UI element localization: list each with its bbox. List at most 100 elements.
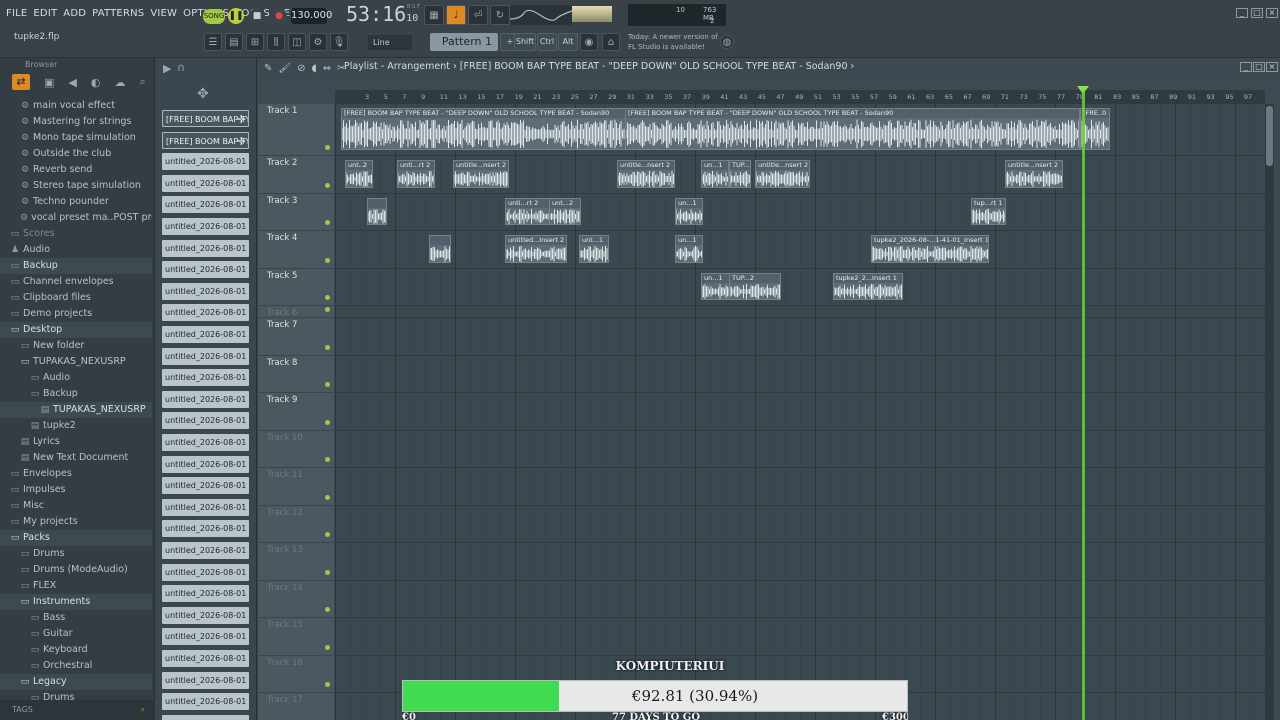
channel-rack-icon[interactable]: ⊞ [246, 33, 264, 51]
pattern-item[interactable]: untitled_2026-08-01 19-... [162, 369, 249, 387]
pattern-item[interactable]: untitled_2026-08-01 19-... [162, 498, 249, 516]
menu-item-view[interactable]: VIEW [150, 4, 177, 24]
audio-clip[interactable]: untitled...Insert 2 [505, 235, 567, 263]
menu-item-edit[interactable]: EDIT [33, 4, 57, 24]
pattern-item[interactable]: untitled_2026-08-01 18-... [162, 282, 249, 300]
alt-key-button[interactable]: Alt [558, 33, 578, 51]
track-header[interactable]: Track 11 [258, 468, 334, 506]
audio-clip[interactable]: tupke2_2...Insert 1 [833, 273, 903, 300]
track-enable-led[interactable] [325, 183, 330, 188]
menu-item-add[interactable]: ADD [63, 4, 86, 24]
track-header[interactable]: Track 8 [258, 356, 334, 393]
pattern-item[interactable]: untitled_2026-08-01 19-... [162, 434, 249, 451]
track-header[interactable]: Track 15 [258, 618, 334, 656]
pattern-item[interactable]: untitled_2026-08-01 19-... [162, 455, 249, 473]
track-header[interactable]: Track 1 [258, 104, 334, 156]
browser-item[interactable]: ⚙ Reverb send [0, 162, 152, 178]
pattern-item[interactable]: untitled_2026-08-01 19-... [162, 714, 249, 720]
pattern-item[interactable]: untitled_2026-08-01 19-... [162, 347, 249, 365]
audio-clip[interactable]: untitle...nsert 2 [755, 160, 810, 188]
audio-clip[interactable]: TUP...2 [729, 273, 781, 300]
track-enable-led[interactable] [325, 145, 330, 150]
browser-item[interactable]: ⚙ Mastering for strings [0, 114, 152, 130]
browser-item[interactable]: ▤ Lyrics [0, 434, 152, 450]
maximize-button[interactable]: □ [1251, 8, 1263, 18]
pattern-item[interactable]: untitled_2026-08-01 19-... [162, 390, 249, 408]
browser-item[interactable]: ▭ FLEX [0, 578, 152, 594]
browser-options-icon[interactable]: ⇄ [12, 74, 30, 90]
record-button[interactable]: ● [271, 8, 287, 24]
track-header[interactable]: Track 9 [258, 393, 334, 431]
snap-selector[interactable]: Line [368, 35, 412, 50]
draw-icon[interactable]: ✎ [264, 60, 272, 78]
playhead[interactable] [1082, 90, 1085, 720]
track-enable-led[interactable] [325, 295, 330, 300]
audio-clip[interactable]: TUP...1 [729, 160, 751, 188]
browser-item[interactable]: ▭ Desktop [0, 322, 152, 338]
browser-item[interactable]: ▭ Misc [0, 498, 152, 514]
timeline-ruler[interactable]: 3 5 7 9 11 13 15 17 19 21 23 25 27 29 31 33 35 37 39 41 43 45… [335, 90, 1265, 104]
track-enable-led[interactable] [325, 532, 330, 537]
typing-keyboard-icon[interactable]: ▦ [424, 5, 444, 25]
browser-item[interactable]: ▤ New Text Document [0, 450, 152, 466]
pattern-item[interactable]: untitled_2026-08-01 18-... [162, 218, 249, 235]
back-icon[interactable]: ◀ [68, 76, 76, 89]
stop-button[interactable]: ■ [249, 8, 265, 24]
browser-item[interactable]: ▭ TUPAKAS_NEXUSRP [0, 354, 152, 370]
shop-icon[interactable]: ⌂ [602, 33, 620, 51]
track-enable-led[interactable] [325, 258, 330, 263]
browser-item[interactable]: ▭ Channel envelopes [0, 274, 152, 290]
folder-icon[interactable]: ▣ [44, 76, 54, 89]
pattern-item[interactable]: untitled_2026-08-01 19-... [162, 585, 249, 603]
playlist-close-button[interactable]: × [1266, 62, 1278, 72]
track-header[interactable]: Track 16 [258, 656, 334, 693]
pattern-item[interactable]: untitled_2026-08-01 18-... [162, 196, 249, 214]
piano-roll-icon[interactable]: ▤ [225, 33, 243, 51]
track-header[interactable]: Track 6 [258, 306, 334, 318]
add-icon[interactable]: ✛ [237, 111, 246, 126]
pattern-item[interactable]: untitled_2026-08-01 19-... [162, 693, 249, 711]
pattern-selector[interactable]: Pattern 1 [430, 33, 498, 51]
browser-item[interactable]: ⚙ main vocal effect [0, 98, 152, 114]
pattern-item[interactable]: untitled_2026-08-01 18-... [162, 174, 249, 192]
search-icon[interactable]: ⌕ [141, 700, 145, 720]
audio-clip[interactable]: unti...rt 2 [505, 198, 550, 225]
browser-item[interactable]: ▭ Instruments [0, 594, 152, 610]
delete-icon[interactable]: ⊘ [297, 60, 305, 78]
tags-bar[interactable]: TAGS ⌕ [0, 700, 155, 720]
pattern-item[interactable]: untitled_2026-08-01 18-... [162, 239, 249, 257]
track-header[interactable]: Track 17 [258, 693, 334, 720]
browser-item[interactable]: ▭ My projects [0, 514, 152, 530]
vertical-scrollbar[interactable] [1265, 104, 1274, 720]
browser-item[interactable]: ▭ Backup [0, 386, 152, 402]
audio-clip[interactable]: un...1 [675, 235, 703, 263]
pattern-item[interactable]: untitled_2026-08-01 19-... [162, 563, 249, 581]
audio-clip[interactable]: untitle...nsert 2 [1005, 160, 1063, 188]
browser-item[interactable]: ▭ Scores [0, 226, 152, 242]
track-enable-led[interactable] [325, 457, 330, 462]
browser-item[interactable]: ▭ Clipboard files [0, 290, 152, 306]
audio-clip[interactable] [429, 235, 451, 263]
browser-item[interactable]: ⚙vocal preset ma..POST production [0, 210, 152, 226]
pattern-item[interactable]: untitled_2026-08-01 19-... [162, 542, 249, 559]
play-icon[interactable]: ▶ [163, 62, 171, 75]
audio-clip[interactable]: un...1 [675, 198, 703, 225]
playlist-maximize-button[interactable]: □ [1253, 62, 1265, 72]
browser-item[interactable]: ▭ Drums (ModeAudio) [0, 562, 152, 578]
audio-clip[interactable]: tupke2_2026-08-...1-41-01_Insert 1 [871, 235, 989, 263]
minimize-button[interactable]: _ [1236, 8, 1248, 18]
track-enable-led[interactable] [325, 420, 330, 425]
menu-item-patterns[interactable]: PATTERNS [92, 4, 144, 24]
arrangement-grid[interactable]: [FREE] BOOM BAP TYPE BEAT - "DEEP DOWN" … [335, 104, 1265, 720]
pattern-item[interactable]: untitled_2026-08-01 18-... [162, 261, 249, 279]
pattern-item[interactable]: [FREE] BOOM BAP TY... ✛ [162, 131, 249, 149]
audio-clip[interactable]: [FREE] BOOM BAP TYPE BEAT - "DEEP DOWN" … [625, 108, 1080, 150]
browser-item[interactable]: ⚙ Outside the club [0, 146, 152, 162]
browser-item[interactable]: ♟ Audio [0, 242, 152, 258]
pattern-item[interactable]: untitled_2026-08-01 19-... [162, 628, 249, 646]
browser-item[interactable]: ⚙ Mono tape simulation [0, 130, 152, 146]
track-header[interactable]: Track 12 [258, 506, 334, 543]
pattern-item[interactable]: [FREE] BOOM BAP TY... ✛ [162, 110, 249, 127]
browser-item[interactable]: ▭ Envelopes [0, 466, 152, 482]
menu-item-file[interactable]: FILE [6, 4, 27, 24]
